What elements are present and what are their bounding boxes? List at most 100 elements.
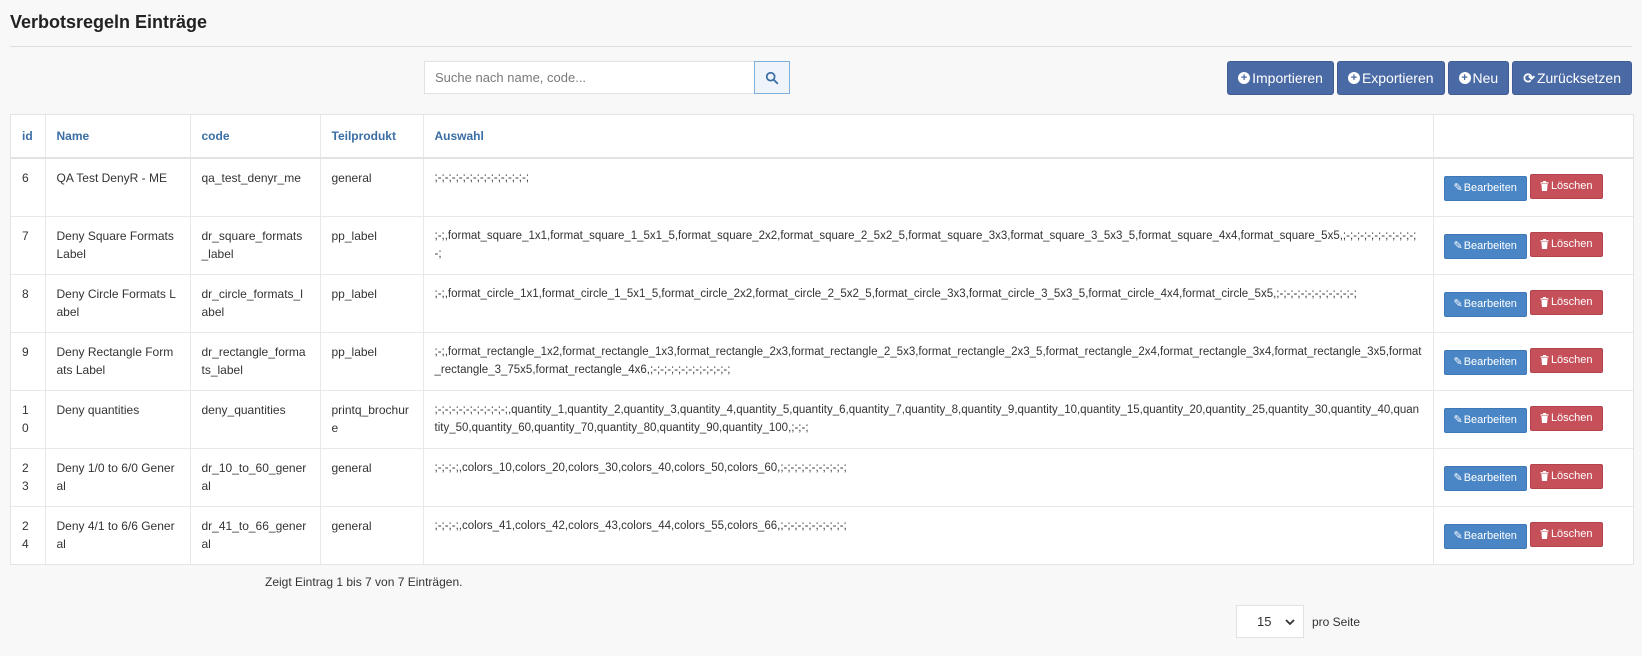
cell-auswahl: ;-;-;-;,colors_41,colors_42,colors_43,co… <box>423 506 1434 564</box>
search-icon <box>765 71 779 84</box>
cell-id: 9 <box>11 332 46 391</box>
cell-id: 24 <box>11 506 46 564</box>
edit-button-label: Bearbeiten <box>1463 182 1517 195</box>
table-row: 9 Deny Rectangle Formats Label dr_rectangl… <box>11 332 1633 391</box>
edit-button-label: Bearbeiten <box>1463 472 1517 484</box>
cell-code: dr_10_to_60_general <box>190 448 321 507</box>
cell-auswahl: ;-;,format_rectangle_1x2,format_rectangl… <box>423 332 1434 391</box>
cell-actions: ✎ Bearbeiten Löschen <box>1433 274 1633 333</box>
per-page-select[interactable]: 15 <box>1236 605 1304 638</box>
cell-teilprodukt: general <box>320 506 424 564</box>
import-button[interactable]: + Importieren <box>1227 61 1334 95</box>
delete-button-label: Löschen <box>1550 470 1593 482</box>
table-row: 10 Deny quantities deny_quantities printq_b… <box>11 390 1633 449</box>
reset-button-label: Zurücksetzen <box>1536 70 1621 86</box>
pencil-icon: ✎ <box>1453 472 1463 484</box>
cell-name: Deny Circle Formats Label <box>45 274 191 333</box>
cell-auswahl: ;-;-;-;-;-;-;-;-;-;-;,quantity_1,quantit… <box>423 390 1434 449</box>
edit-button[interactable]: ✎ Bearbeiten <box>1443 291 1527 317</box>
edit-button[interactable]: ✎ Bearbeiten <box>1443 349 1527 375</box>
delete-button[interactable]: Löschen <box>1529 173 1603 199</box>
new-button[interactable]: + Neu <box>1447 61 1510 95</box>
delete-button-label: Löschen <box>1550 238 1593 250</box>
delete-button[interactable]: Löschen <box>1529 231 1603 257</box>
search-button[interactable] <box>754 61 790 94</box>
delete-button[interactable]: Löschen <box>1529 405 1603 431</box>
cell-code: dr_rectangle_formats_label <box>190 332 321 391</box>
new-button-label: Neu <box>1472 70 1499 86</box>
delete-button[interactable]: Löschen <box>1529 463 1603 489</box>
export-button[interactable]: + Exportieren <box>1336 61 1445 95</box>
table-row: 6 QA Test DenyR - ME qa_test_denyr_me gener… <box>11 158 1633 217</box>
table-info: Zeigt Eintrag 1 bis 7 von 7 Einträgen. <box>265 575 463 589</box>
plus-circle-icon: + <box>1458 72 1471 84</box>
rules-table: id Name code Teilprodukt Auswahl 6 QA Tes… <box>10 114 1634 565</box>
table-row: 23 Deny 1/0 to 6/0 General dr_10_to_60_gen… <box>11 448 1633 507</box>
column-header-code[interactable]: code <box>190 115 321 159</box>
delete-button[interactable]: Löschen <box>1529 521 1603 547</box>
cell-id: 7 <box>11 216 46 275</box>
pencil-icon: ✎ <box>1453 240 1463 252</box>
table-header-row: id Name code Teilprodukt Auswahl <box>11 115 1633 159</box>
trash-icon <box>1540 239 1549 249</box>
edit-button[interactable]: ✎ Bearbeiten <box>1443 465 1527 491</box>
cell-auswahl: ;-;-;-;-;-;-;-;-;-;-;-;-;-; <box>423 158 1434 217</box>
cell-actions: ✎ Bearbeiten Löschen <box>1433 506 1633 564</box>
trash-icon <box>1540 471 1549 481</box>
delete-button[interactable]: Löschen <box>1529 289 1603 315</box>
cell-id: 23 <box>11 448 46 507</box>
pagination-controls: 15 pro Seite <box>1236 605 1360 638</box>
cell-code: deny_quantities <box>190 390 321 449</box>
cell-name: Deny Square Formats Label <box>45 216 191 275</box>
trash-icon <box>1540 413 1549 423</box>
edit-button-label: Bearbeiten <box>1463 530 1517 543</box>
cell-code: qa_test_denyr_me <box>190 158 321 217</box>
title-divider <box>10 46 1632 47</box>
per-page-label: pro Seite <box>1312 614 1361 629</box>
edit-button[interactable]: ✎ Bearbeiten <box>1443 407 1527 433</box>
delete-button-label: Löschen <box>1550 354 1593 366</box>
cell-teilprodukt: pp_label <box>320 332 424 391</box>
column-header-id[interactable]: id <box>11 115 46 159</box>
cell-actions: ✎ Bearbeiten Löschen <box>1433 216 1633 275</box>
edit-button-label: Bearbeiten <box>1463 414 1517 426</box>
table-row: 8 Deny Circle Formats Label dr_circle_form… <box>11 274 1633 333</box>
reset-button[interactable]: ⟳ Zurücksetzen <box>1512 61 1632 95</box>
column-header-name[interactable]: Name <box>45 115 191 159</box>
search-bar <box>424 61 790 94</box>
pencil-icon: ✎ <box>1453 182 1463 195</box>
export-button-label: Exportieren <box>1361 70 1434 86</box>
edit-button[interactable]: ✎ Bearbeiten <box>1443 175 1527 201</box>
edit-button[interactable]: ✎ Bearbeiten <box>1443 523 1527 549</box>
delete-button[interactable]: Löschen <box>1529 347 1603 373</box>
edit-button[interactable]: ✎ Bearbeiten <box>1443 233 1527 259</box>
column-header-actions <box>1433 115 1633 159</box>
cell-teilprodukt: printq_brochure <box>320 390 424 449</box>
trash-icon <box>1540 181 1549 192</box>
delete-button-label: Löschen <box>1550 296 1593 308</box>
cell-actions: ✎ Bearbeiten Löschen <box>1433 158 1633 217</box>
cell-id: 10 <box>11 390 46 449</box>
edit-button-label: Bearbeiten <box>1463 298 1517 310</box>
toolbar: + Importieren + Exportieren + Neu ⟳ Zurü… <box>1227 61 1632 95</box>
cell-code: dr_square_formats_label <box>190 216 321 275</box>
cell-id: 6 <box>11 158 46 217</box>
column-header-auswahl[interactable]: Auswahl <box>423 115 1434 159</box>
cell-actions: ✎ Bearbeiten Löschen <box>1433 390 1633 449</box>
cell-code: dr_41_to_66_general <box>190 506 321 564</box>
cell-teilprodukt: general <box>320 158 424 217</box>
cell-actions: ✎ Bearbeiten Löschen <box>1433 448 1633 507</box>
delete-button-label: Löschen <box>1550 528 1593 541</box>
page-title: Verbotsregeln Einträge <box>10 12 208 32</box>
delete-button-label: Löschen <box>1550 412 1593 424</box>
refresh-icon: ⟳ <box>1523 69 1535 86</box>
trash-icon <box>1540 355 1549 365</box>
cell-code: dr_circle_formats_label <box>190 274 321 333</box>
search-input[interactable] <box>424 61 754 94</box>
per-page-value: 15 <box>1257 614 1272 629</box>
trash-icon <box>1540 529 1549 540</box>
plus-circle-icon: + <box>1238 72 1251 84</box>
cell-auswahl: ;-;,format_square_1x1,format_square_1_5x… <box>423 216 1434 275</box>
column-header-teilprodukt[interactable]: Teilprodukt <box>320 115 424 159</box>
delete-button-label: Löschen <box>1550 180 1593 193</box>
